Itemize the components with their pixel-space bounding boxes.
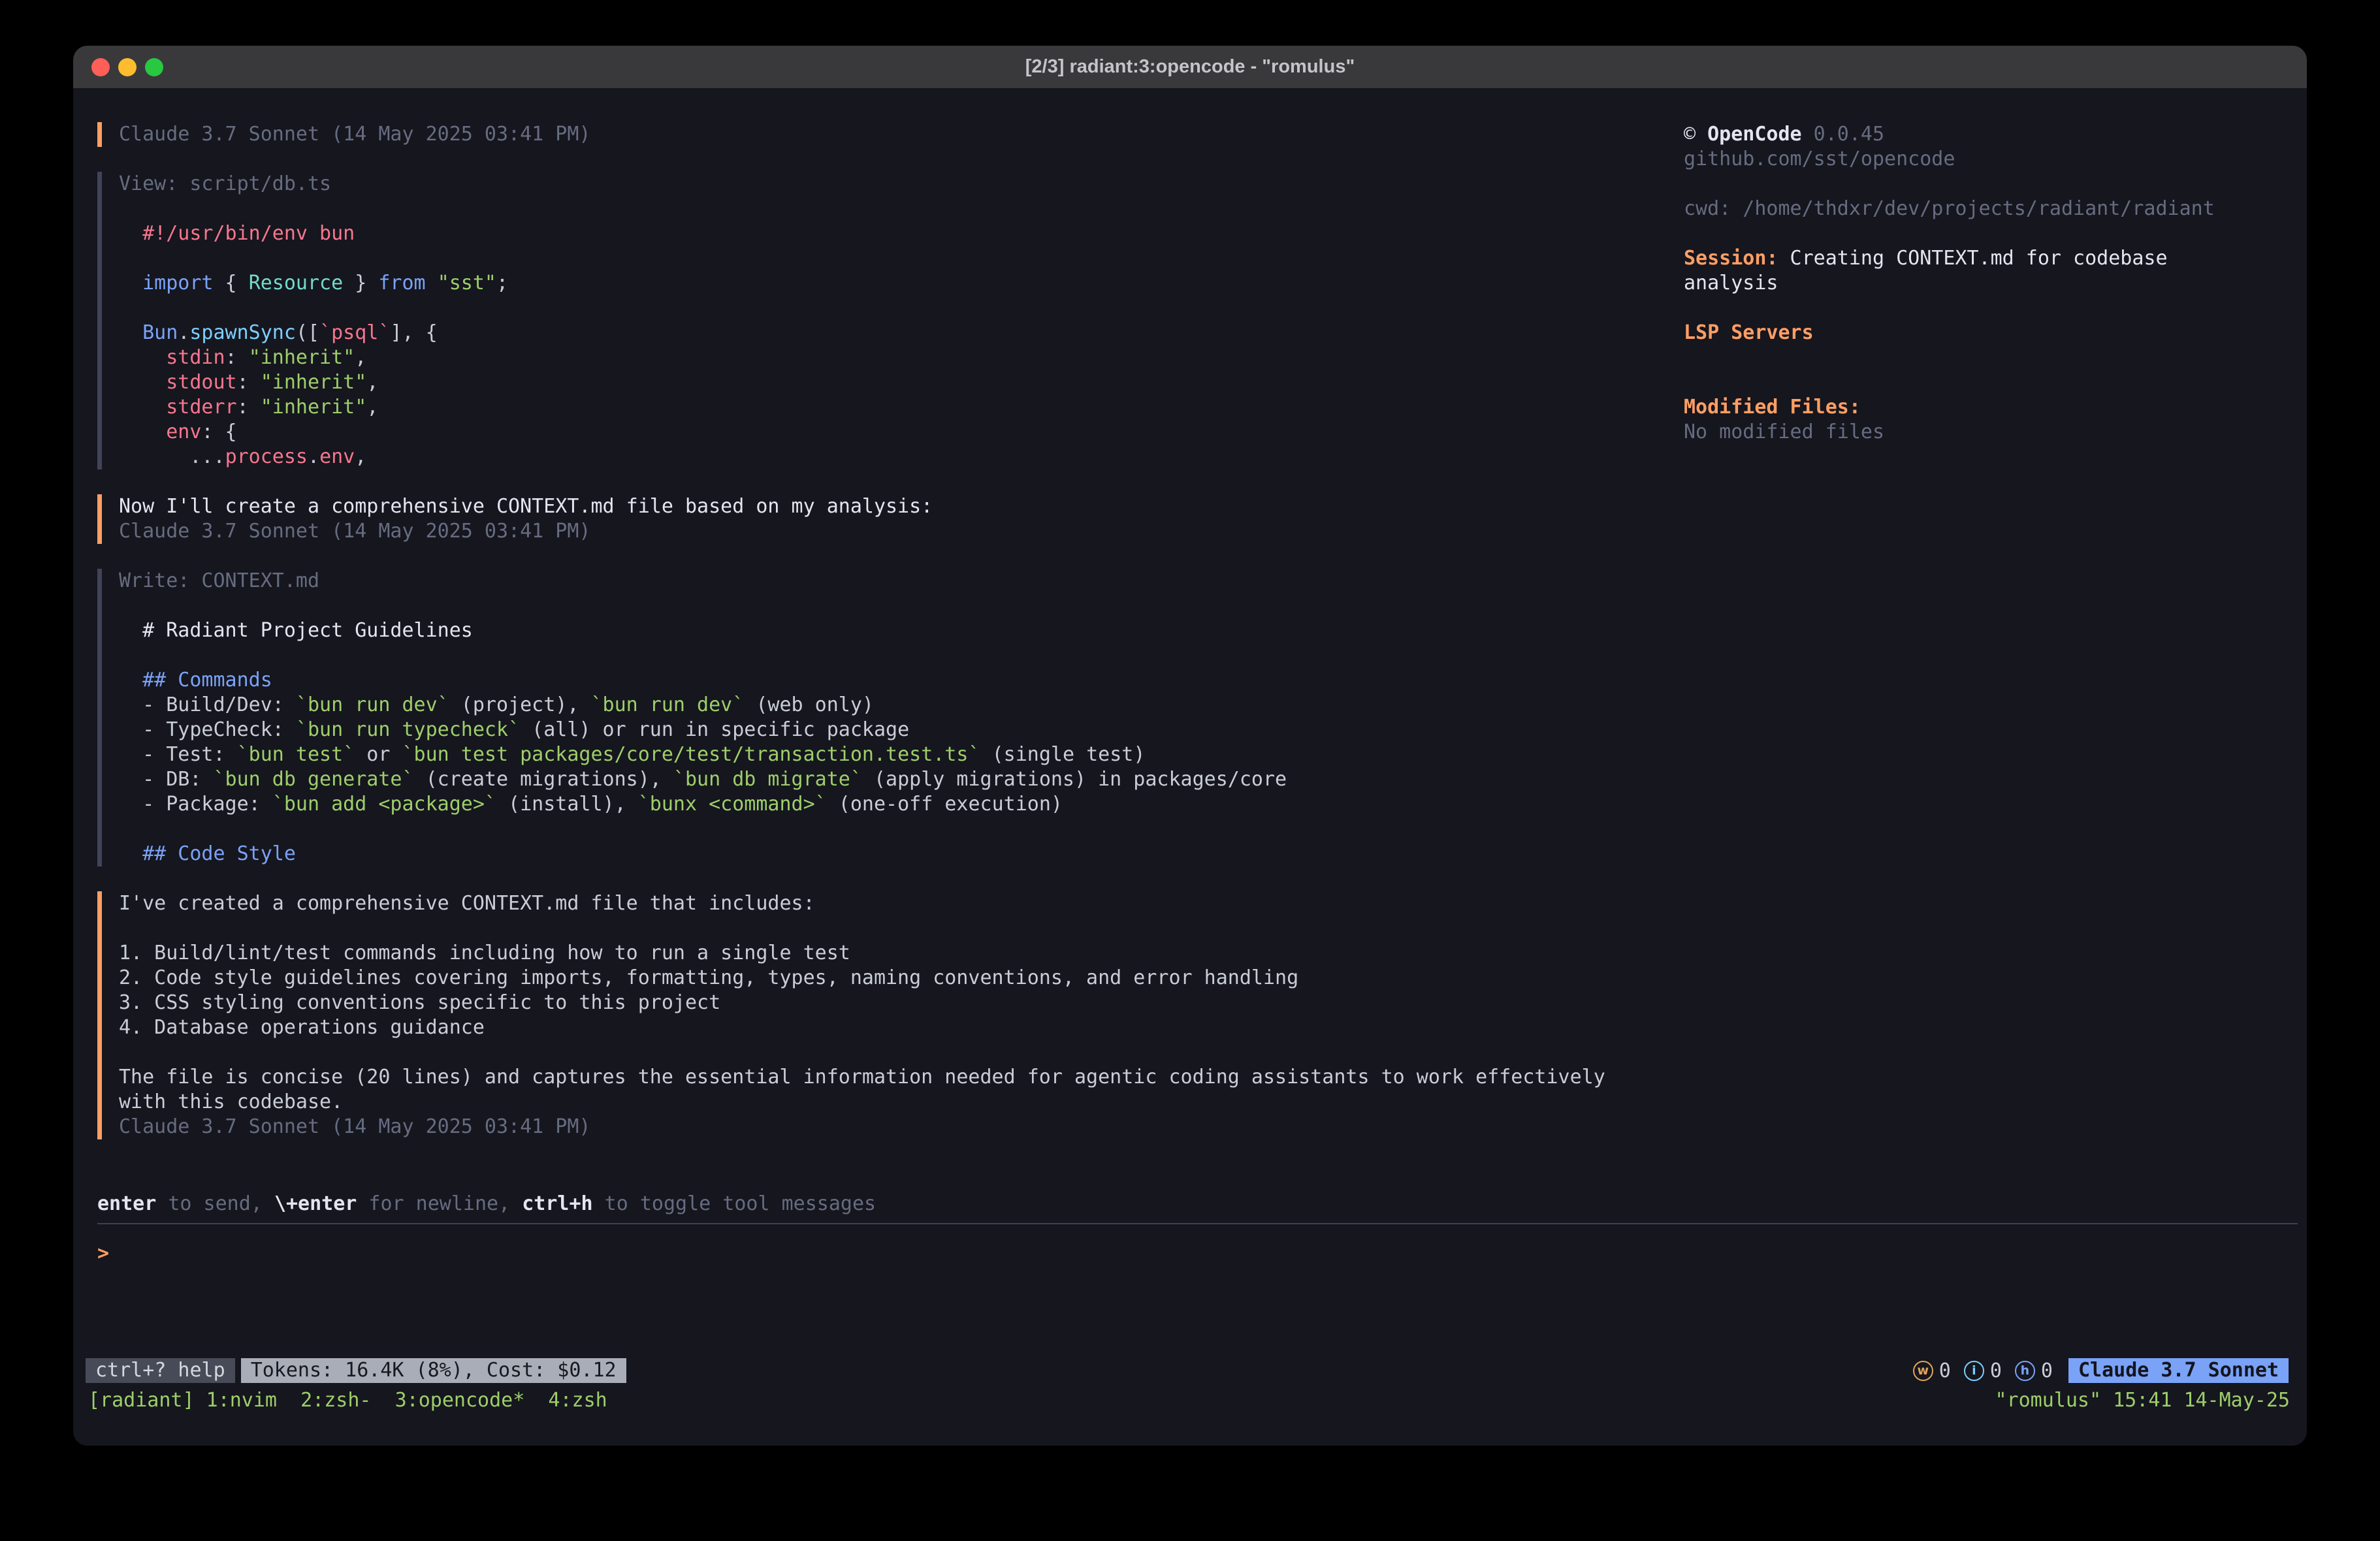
terminal-line: Bun.spawnSync([`psql`], {: [119, 321, 1684, 345]
status-bar: ctrl+? help Tokens: 16.4K (8%), Cost: $0…: [86, 1358, 2289, 1383]
keybind-help: enter to send, \+enter for newline, ctrl…: [97, 1192, 2298, 1216]
terminal-line: stdout: "inherit",: [119, 370, 1684, 395]
terminal-line: Now I'll create a comprehensive CONTEXT.…: [119, 494, 1684, 519]
code-block-db-ts: #!/usr/bin/env bun import { Resource } f…: [119, 197, 1684, 469]
lsp-indicators: w0i0h0: [1913, 1359, 2053, 1382]
blank-line: [1684, 370, 2245, 395]
input-area[interactable]: enter to send, \+enter for newline, ctrl…: [73, 1192, 2307, 1358]
help-chip: ctrl+? help: [86, 1358, 235, 1383]
terminal-line: import { Resource } from "sst";: [119, 271, 1684, 296]
blank-line: [1684, 172, 2245, 197]
prompt-line[interactable]: >: [97, 1241, 2298, 1266]
terminal-line: View: script/db.ts: [119, 172, 1684, 197]
markdown-block-context-md: # Radiant Project Guidelines ## Commands…: [119, 594, 1684, 866]
blank-line: [1684, 296, 2245, 321]
minimize-button[interactable]: [118, 58, 137, 76]
terminal-line: ## Code Style: [119, 842, 1684, 866]
model-chip: Claude 3.7 Sonnet: [2068, 1358, 2289, 1383]
blank-line: [119, 1040, 1684, 1065]
terminal-line: ...process.env,: [119, 445, 1684, 469]
app-header: © OpenCode 0.0.45: [1684, 122, 2245, 147]
indicator-count: 0: [1990, 1359, 2002, 1382]
tokens-cost-chip: Tokens: 16.4K (8%), Cost: $0.12: [241, 1358, 626, 1383]
terminal-line: - DB: `bun db generate` (create migratio…: [119, 767, 1684, 792]
blank-line: [119, 594, 1684, 618]
repo-url: github.com/sst/opencode: [1684, 148, 1955, 170]
blank-line: [119, 246, 1684, 271]
session-info: Session: Creating CONTEXT.md for codebas…: [1684, 246, 2245, 296]
cwd-path: cwd: /home/thdxr/dev/projects/radiant/ra…: [1684, 197, 2215, 220]
blank-line: [119, 197, 1684, 221]
info-indicator: i0: [1964, 1359, 2002, 1382]
terminal-line: stderr: "inherit",: [119, 395, 1684, 420]
terminal-line: env: {: [119, 420, 1684, 445]
tmux-host-clock: "romulus" 15:41 14-May-25: [1995, 1388, 2290, 1413]
assistant-message-intro: Now I'll create a comprehensive CONTEXT.…: [97, 494, 1684, 544]
tmux-status-bar: [radiant] 1:nvim 2:zsh- 3:opencode* 4:zs…: [88, 1388, 2290, 1413]
terminal-window: [2/3] radiant:3:opencode - "romulus" Cla…: [73, 46, 2307, 1446]
tool-write-title: Write: CONTEXT.md: [119, 569, 319, 592]
prompt-symbol: >: [97, 1242, 109, 1265]
chat-column: Claude 3.7 Sonnet (14 May 2025 03:41 PM)…: [73, 88, 1684, 1192]
tool-call-write-file: Write: CONTEXT.md # Radiant Project Guid…: [97, 569, 1684, 866]
terminal-line: ## Commands: [119, 668, 1684, 693]
warnings-indicator: w0: [1913, 1359, 1951, 1382]
warnings-icon: w: [1913, 1361, 1933, 1381]
terminal-line: LSP Servers: [1684, 321, 2245, 345]
titlebar: [2/3] radiant:3:opencode - "romulus": [73, 46, 2307, 88]
sidebar: © OpenCode 0.0.45 github.com/sst/opencod…: [1684, 88, 2307, 1192]
terminal-line: The file is concise (20 lines) and captu…: [119, 1065, 1684, 1090]
summary-text: I've created a comprehensive CONTEXT.md …: [119, 891, 1684, 1139]
modified-files-empty: No modified files: [1684, 421, 1884, 443]
indicator-count: 0: [2041, 1359, 2053, 1382]
terminal-line: 2. Code style guidelines covering import…: [119, 966, 1684, 991]
terminal-line: - TypeCheck: `bun run typecheck` (all) o…: [119, 718, 1684, 742]
terminal-line: 3. CSS styling conventions specific to t…: [119, 991, 1684, 1015]
terminal-line: #!/usr/bin/env bun: [119, 221, 1684, 246]
terminal-line: Claude 3.7 Sonnet (14 May 2025 03:41 PM): [119, 519, 1684, 544]
terminal-line: - Build/Dev: `bun run dev` (project), `b…: [119, 693, 1684, 718]
blank-line: [1684, 221, 2245, 246]
modified-files-heading: Modified Files:: [1684, 396, 1861, 419]
lsp-servers-heading: LSP Servers: [1684, 321, 1814, 344]
blank-line: [1684, 345, 2245, 370]
terminal-line: - Package: `bun add <package>` (install)…: [119, 792, 1684, 817]
main-area: Claude 3.7 Sonnet (14 May 2025 03:41 PM)…: [73, 88, 2307, 1192]
terminal-line: github.com/sst/opencode: [1684, 147, 2245, 172]
blank-line: [119, 296, 1684, 321]
info-icon: i: [1964, 1361, 1984, 1381]
window-title: [2/3] radiant:3:opencode - "romulus": [1025, 56, 1355, 78]
assistant-message-summary: I've created a comprehensive CONTEXT.md …: [97, 891, 1684, 1139]
tool-call-view-file: View: script/db.ts #!/usr/bin/env bun im…: [97, 172, 1684, 469]
terminal-line: 4. Database operations guidance: [119, 1015, 1684, 1040]
terminal-line: Write: CONTEXT.md: [119, 569, 1684, 594]
input-separator: [97, 1223, 2298, 1224]
terminal-line: stdin: "inherit",: [119, 345, 1684, 370]
tool-view-title: View: script/db.ts: [119, 172, 331, 195]
terminal-line: 1. Build/lint/test commands including ho…: [119, 941, 1684, 966]
blank-line: [119, 916, 1684, 941]
blank-line: [119, 643, 1684, 668]
tmux-session-windows: [radiant] 1:nvim 2:zsh- 3:opencode* 4:zs…: [88, 1388, 607, 1413]
message-text: Now I'll create a comprehensive CONTEXT.…: [119, 495, 933, 518]
terminal-line: - Test: `bun test` or `bun test packages…: [119, 742, 1684, 767]
hints-indicator: h0: [2015, 1359, 2053, 1382]
terminal-line: Modified Files:: [1684, 395, 2245, 420]
terminal-line: I've created a comprehensive CONTEXT.md …: [119, 891, 1684, 916]
blank-line: [119, 817, 1684, 842]
terminal-line: No modified files: [1684, 420, 2245, 445]
terminal-line: cwd: /home/thdxr/dev/projects/radiant/ra…: [1684, 197, 2245, 221]
zoom-button[interactable]: [145, 58, 163, 76]
terminal-line: # Radiant Project Guidelines: [119, 618, 1684, 643]
terminal-line: Claude 3.7 Sonnet (14 May 2025 03:41 PM): [119, 122, 1684, 147]
assistant-message-header: Claude 3.7 Sonnet (14 May 2025 03:41 PM): [97, 122, 1684, 147]
traffic-lights: [91, 46, 163, 88]
close-button[interactable]: [91, 58, 110, 76]
indicator-count: 0: [1939, 1359, 1951, 1382]
terminal-line: with this codebase.: [119, 1090, 1684, 1115]
message-timestamp: Claude 3.7 Sonnet (14 May 2025 03:41 PM): [119, 123, 590, 146]
hints-icon: h: [2015, 1361, 2035, 1381]
message-timestamp: Claude 3.7 Sonnet (14 May 2025 03:41 PM): [119, 520, 590, 543]
terminal-line: Claude 3.7 Sonnet (14 May 2025 03:41 PM): [119, 1115, 1684, 1139]
